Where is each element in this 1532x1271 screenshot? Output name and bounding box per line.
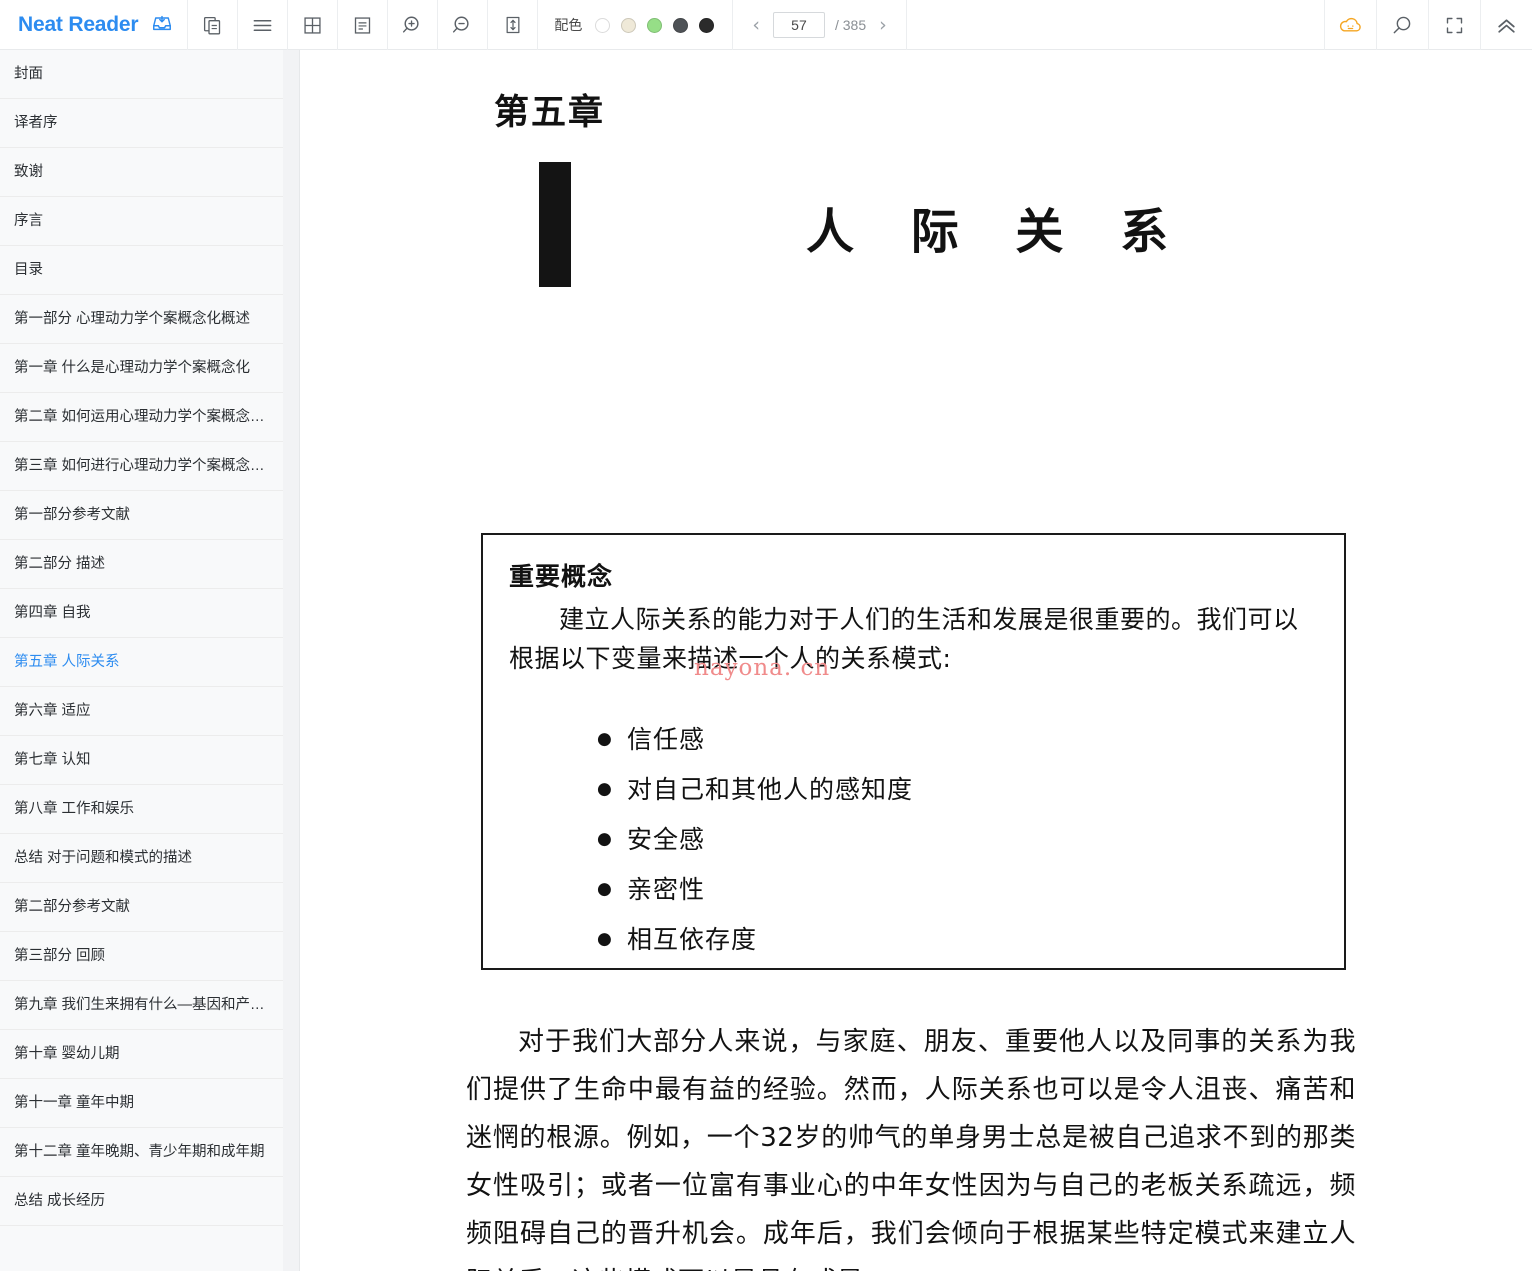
grid-layout-icon[interactable] xyxy=(288,0,339,50)
toc-item[interactable]: 总结 对于问题和模式的描述 xyxy=(0,834,283,883)
reader-pane[interactable]: 第五章 人 际 关 系 重要概念 建立人际关系的能力对于人们的生活和发展是很重要… xyxy=(301,50,1532,1271)
fullscreen-icon[interactable] xyxy=(1428,0,1480,50)
toc-list: 封面 译者序 致谢 序言 目录 第一部分 心理动力学个案概念化概述 第一章 什么是心理动力学… xyxy=(0,50,283,1226)
key-concept-bullet: 亲密性 xyxy=(597,877,1314,902)
book-page: 第五章 人 际 关 系 重要概念 建立人际关系的能力对于人们的生活和发展是很重要… xyxy=(301,50,1532,1271)
zoom-in-icon[interactable] xyxy=(388,0,439,50)
toc-item[interactable]: 第一章 什么是心理动力学个案概念化 xyxy=(0,344,283,393)
key-concept-bullet: 相互依存度 xyxy=(597,927,1314,952)
toc-item[interactable]: 第十章 婴幼儿期 xyxy=(0,1030,283,1079)
toc-item[interactable]: 第一部分 心理动力学个案概念化概述 xyxy=(0,295,283,344)
toc-item[interactable]: 总结 成长经历 xyxy=(0,1177,283,1226)
sidebar-scrollbar-track[interactable] xyxy=(283,50,580,1271)
toc-item[interactable]: 第十二章 童年晚期、青少年期和成年期 xyxy=(0,1128,283,1177)
toc-item[interactable]: 第三部分 回顾 xyxy=(0,932,283,981)
color-theme-picker[interactable]: 配色 xyxy=(538,0,734,50)
top-toolbar: Neat Reader 配色 ‹ 57 / 385 › xyxy=(0,0,1532,50)
toc-item[interactable]: 第六章 适应 xyxy=(0,687,283,736)
key-concept-bullet: 信任感 xyxy=(597,727,1314,752)
toc-item[interactable]: 第九章 我们生来拥有什么—基因和产… xyxy=(0,981,283,1030)
toc-item[interactable]: 第二部分参考文献 xyxy=(0,883,283,932)
chapter-title: 人 际 关 系 xyxy=(806,204,1189,260)
theme-swatch-black[interactable] xyxy=(699,17,715,33)
chapter-number: 第五章 xyxy=(494,93,606,133)
save-to-bookshelf-icon[interactable] xyxy=(151,12,173,39)
toolbar-right-group xyxy=(1324,0,1532,50)
key-concept-box: 重要概念 建立人际关系的能力对于人们的生活和发展是很重要的。我们可以根据以下变量… xyxy=(481,533,1346,970)
toc-item[interactable]: 封面 xyxy=(0,50,283,99)
key-concept-paragraph: 建立人际关系的能力对于人们的生活和发展是很重要的。我们可以根据以下变量来描述一个… xyxy=(509,605,1299,673)
theme-swatch-sepia[interactable] xyxy=(621,17,637,33)
collapse-toolbar-icon[interactable] xyxy=(1480,0,1532,50)
zoom-out-icon[interactable] xyxy=(438,0,489,50)
toc-item[interactable]: 第八章 工作和娱乐 xyxy=(0,785,283,834)
body-paragraph: 对于我们大部分人来说，与家庭、朋友、重要他人以及同事的关系为我们提供了生命中最有… xyxy=(466,1027,1356,1271)
theme-swatch-green[interactable] xyxy=(647,17,663,33)
cloud-sync-icon[interactable] xyxy=(1324,0,1376,50)
menu-list-icon[interactable] xyxy=(238,0,289,50)
next-page-icon[interactable]: › xyxy=(876,15,890,35)
line-height-icon[interactable] xyxy=(488,0,539,50)
toc-item[interactable]: 致谢 xyxy=(0,148,283,197)
toc-item[interactable]: 第五章 人际关系 xyxy=(0,638,283,687)
toc-item[interactable]: 序言 xyxy=(0,197,283,246)
note-panel-icon[interactable] xyxy=(338,0,389,50)
key-concept-bullet: 对自己和其他人的感知度 xyxy=(597,777,1314,802)
toc-item[interactable]: 第三章 如何进行心理动力学个案概念… xyxy=(0,442,283,491)
page-navigator: ‹ / 385 › xyxy=(733,0,907,50)
prev-page-icon[interactable]: ‹ xyxy=(749,15,763,35)
toc-item[interactable]: 译者序 xyxy=(0,99,283,148)
toc-item[interactable]: 第二部分 描述 xyxy=(0,540,283,589)
toc-item[interactable]: 第七章 认知 xyxy=(0,736,283,785)
key-concept-bullet: 安全感 xyxy=(597,827,1314,852)
toc-sidebar[interactable]: 封面 译者序 致谢 序言 目录 第一部分 心理动力学个案概念化概述 第一章 什么是心理动力学… xyxy=(0,50,283,1271)
brand-area: Neat Reader xyxy=(0,0,189,50)
total-pages-label: / 385 xyxy=(834,17,867,33)
search-icon[interactable] xyxy=(1376,0,1428,50)
toc-item[interactable]: 第二章 如何运用心理动力学个案概念… xyxy=(0,393,283,442)
toc-item[interactable]: 第十一章 童年中期 xyxy=(0,1079,283,1128)
page-number-input[interactable] xyxy=(772,12,825,38)
chapter-decoration-bar xyxy=(539,162,571,287)
app-title: Neat Reader xyxy=(18,13,139,36)
chapter-header: 第五章 人 际 关 系 xyxy=(301,50,1532,310)
theme-swatch-white[interactable] xyxy=(595,17,611,33)
toc-item[interactable]: 第一部分参考文献 xyxy=(0,491,283,540)
key-concept-bullet-list: 信任感对自己和其他人的感知度安全感亲密性相互依存度 xyxy=(509,727,1314,952)
palette-label: 配色 xyxy=(554,17,583,33)
copy-page-icon[interactable] xyxy=(188,0,239,50)
toc-item[interactable]: 目录 xyxy=(0,246,283,295)
key-concept-heading: 重要概念 xyxy=(509,562,614,591)
toc-item[interactable]: 第四章 自我 xyxy=(0,589,283,638)
theme-swatch-gray[interactable] xyxy=(673,17,689,33)
